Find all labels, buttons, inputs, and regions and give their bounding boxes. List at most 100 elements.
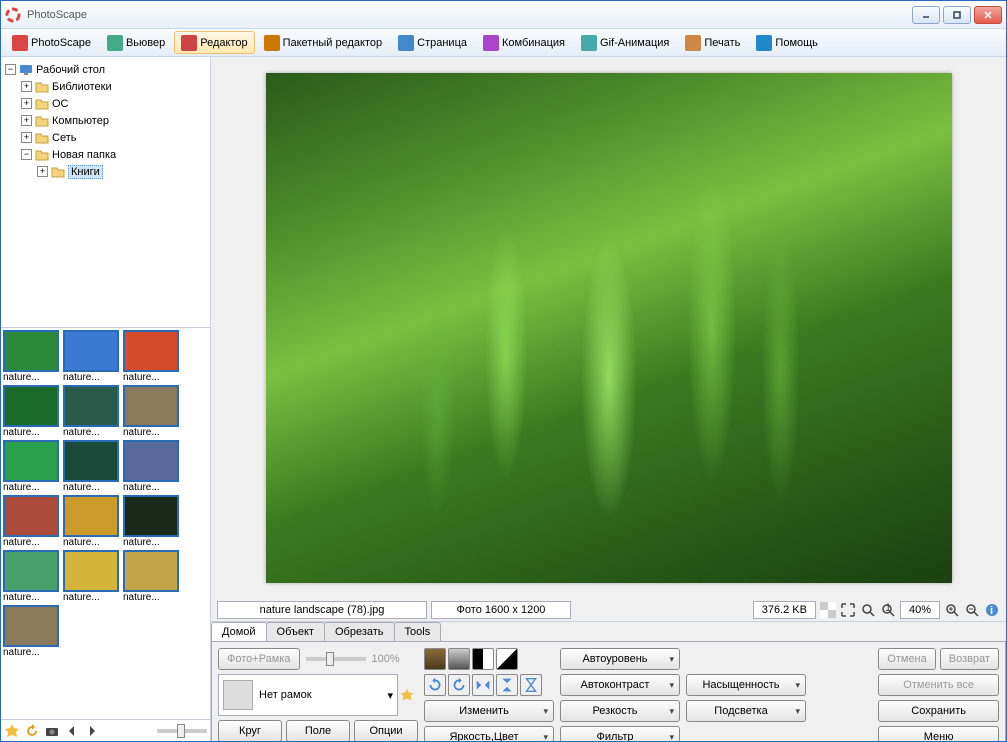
rotate-right-icon[interactable] [448, 674, 470, 696]
zoom-in-icon[interactable] [944, 602, 960, 618]
expand-icon[interactable]: + [21, 81, 32, 92]
flip-v-icon[interactable] [496, 674, 518, 696]
sepia-icon[interactable] [424, 648, 446, 670]
star-icon[interactable] [400, 688, 414, 702]
expand-icon[interactable]: + [21, 132, 32, 143]
thumbnail[interactable]: nature... [3, 605, 61, 658]
tree-root[interactable]: − Рабочий стол [5, 61, 206, 78]
flip-h-icon[interactable] [472, 674, 494, 696]
image-canvas[interactable] [266, 73, 952, 583]
color-icons [424, 648, 554, 670]
redo-button[interactable]: Возврат [940, 648, 999, 670]
undo-all-button[interactable]: Отменить все [878, 674, 999, 696]
highlight-button[interactable]: Подсветка [686, 700, 806, 722]
thumbnail[interactable]: nature... [123, 495, 181, 548]
edit-panel: ДомойОбъектОбрезатьTools Фото+Рамка 100% [211, 621, 1006, 741]
zoom-100-icon[interactable]: 1 [880, 602, 896, 618]
collapse-icon[interactable]: − [5, 64, 16, 75]
save-button[interactable]: Сохранить [878, 700, 999, 722]
thumbnail[interactable]: nature... [63, 440, 121, 493]
expand-icon[interactable]: + [21, 115, 32, 126]
toolbar-photoscape[interactable]: PhotoScape [5, 31, 98, 54]
thumbnail[interactable]: nature... [63, 330, 121, 383]
thumbnail[interactable]: nature... [3, 385, 61, 438]
toolbar-viewer[interactable]: Вьювер [100, 31, 172, 54]
expand-icon[interactable]: + [37, 166, 48, 177]
rotate-left-icon[interactable] [424, 674, 446, 696]
thumbnail[interactable]: nature... [123, 385, 181, 438]
menu-button[interactable]: Меню [878, 726, 999, 741]
toolbar-batch[interactable]: Пакетный редактор [257, 31, 390, 54]
tree-item[interactable]: +Книги [5, 163, 206, 180]
zoom-fit-icon[interactable] [860, 602, 876, 618]
toolbar-editor[interactable]: Редактор [174, 31, 254, 54]
circle-button[interactable]: Круг [218, 720, 282, 741]
autocontrast-button[interactable]: Автоконтраст [560, 674, 680, 696]
folder-icon [34, 147, 50, 163]
thumbnail[interactable]: nature... [3, 440, 61, 493]
thumbnail[interactable]: nature... [63, 550, 121, 603]
thumbnail[interactable]: nature... [3, 330, 61, 383]
toolbar-gif[interactable]: Gif-Анимация [574, 31, 676, 54]
thumbnail[interactable]: nature... [63, 495, 121, 548]
minimize-button[interactable] [912, 6, 940, 24]
info-icon[interactable]: i [984, 602, 1000, 618]
home-panel: Фото+Рамка 100% Нет рамок ▾ [211, 641, 1006, 741]
prev-icon[interactable] [64, 723, 80, 739]
zoom-out-icon[interactable] [964, 602, 980, 618]
edit-tab[interactable]: Домой [211, 622, 267, 641]
bright-color-button[interactable]: Яркость,Цвет [424, 726, 554, 741]
thumbnail[interactable]: nature... [63, 385, 121, 438]
thumbnail[interactable]: nature... [123, 330, 181, 383]
filename-field: nature landscape (78).jpg [217, 601, 427, 619]
invert-icon[interactable] [496, 648, 518, 670]
tree-item[interactable]: +Сеть [5, 129, 206, 146]
tree-item[interactable]: +Библиотеки [5, 78, 206, 95]
resize-button[interactable]: Изменить [424, 700, 554, 722]
left-panel: − Рабочий стол +Библиотеки+ОС+Компьютер+… [1, 57, 211, 741]
edit-tab[interactable]: Tools [394, 622, 442, 641]
thumbnail[interactable]: nature... [123, 550, 181, 603]
close-button[interactable] [974, 6, 1002, 24]
tree-item[interactable]: −Новая папка [5, 146, 206, 163]
autolevel-button[interactable]: Автоуровень [560, 648, 680, 670]
undo-button[interactable]: Отмена [878, 648, 935, 670]
thumbnail[interactable]: nature... [3, 495, 61, 548]
folder-icon [34, 96, 50, 112]
tree-item[interactable]: +Компьютер [5, 112, 206, 129]
frame-slider[interactable] [306, 657, 366, 661]
edit-tab[interactable]: Объект [266, 622, 325, 641]
next-icon[interactable] [84, 723, 100, 739]
options-button[interactable]: Опции [354, 720, 418, 741]
zoom-field: 40% [900, 601, 940, 619]
sharpness-button[interactable]: Резкость [560, 700, 680, 722]
saturation-button[interactable]: Насыщенность [686, 674, 806, 696]
window-controls [912, 6, 1002, 24]
filter-button[interactable]: Фильтр [560, 726, 680, 741]
toolbar-combine[interactable]: Комбинация [476, 31, 572, 54]
toolbar-help[interactable]: Помощь [749, 31, 825, 54]
tree-item[interactable]: +ОС [5, 95, 206, 112]
thumb-size-slider[interactable] [157, 729, 207, 733]
thumbnail[interactable]: nature... [3, 550, 61, 603]
thumbnail[interactable]: nature... [123, 440, 181, 493]
hourglass-icon[interactable] [520, 674, 542, 696]
frame-selector[interactable]: Нет рамок ▾ [218, 674, 398, 716]
refresh-icon[interactable] [24, 723, 40, 739]
toolbar-page[interactable]: Страница [391, 31, 474, 54]
folder-icon [34, 130, 50, 146]
frame-swatch [223, 680, 253, 710]
maximize-button[interactable] [943, 6, 971, 24]
edit-tab[interactable]: Обрезать [324, 622, 395, 641]
camera-icon[interactable] [44, 723, 60, 739]
fullscreen-icon[interactable] [840, 602, 856, 618]
expand-icon[interactable]: + [21, 98, 32, 109]
toolbar-print[interactable]: Печать [678, 31, 747, 54]
field-button[interactable]: Поле [286, 720, 350, 741]
gray-icon[interactable] [448, 648, 470, 670]
photo-frame-button[interactable]: Фото+Рамка [218, 648, 300, 670]
bw-icon[interactable] [472, 648, 494, 670]
expand-icon[interactable]: − [21, 149, 32, 160]
star-icon[interactable] [4, 723, 20, 739]
checker-icon[interactable] [820, 602, 836, 618]
